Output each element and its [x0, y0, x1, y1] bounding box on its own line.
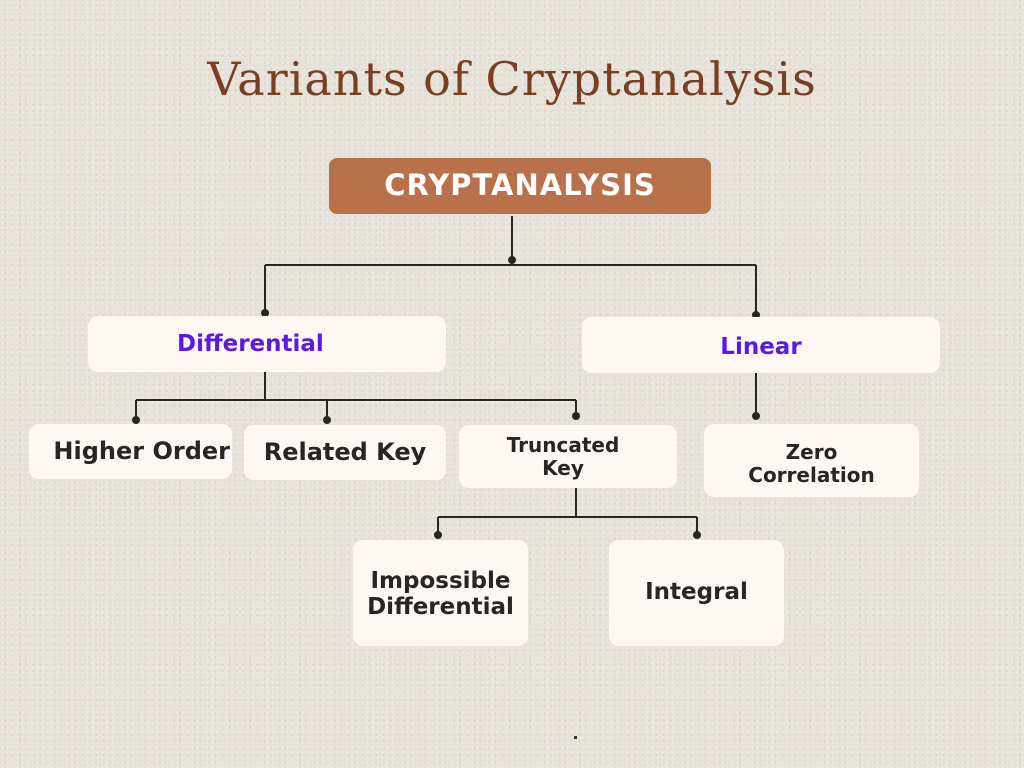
connector-dot — [752, 412, 760, 420]
node-label: Related Key — [263, 437, 427, 466]
node-label: Linear — [720, 333, 802, 360]
node-linear: Linear — [582, 317, 940, 373]
node-label: Zero Correlation — [748, 439, 875, 487]
node-label: Higher Order — [53, 436, 230, 465]
connector-dot — [508, 256, 516, 264]
node-label: CRYPTANALYSIS — [384, 168, 656, 203]
connector-differential — [135, 372, 577, 420]
node-differential: Differential — [88, 316, 446, 372]
connector-dot — [693, 531, 701, 539]
node-zero-correlation: Zero Correlation — [704, 424, 919, 497]
connector-lines — [132, 216, 760, 539]
connector-dot — [434, 531, 442, 539]
connector-dot — [323, 416, 331, 424]
node-label: Impossible Differential — [367, 567, 514, 620]
node-higher-order: Higher Order — [29, 424, 232, 479]
node-cryptanalysis: CRYPTANALYSIS — [329, 158, 711, 214]
node-integral: Integral — [609, 540, 784, 646]
node-related-key: Related Key — [244, 425, 446, 480]
node-truncated-key: Truncated Key — [459, 425, 677, 488]
connector-dot — [132, 416, 140, 424]
connector-dot — [572, 412, 580, 420]
connector-truncated — [437, 488, 698, 535]
connector-root — [264, 216, 757, 316]
node-label: Truncated Key — [506, 432, 620, 480]
node-impossible-differential: Impossible Differential — [353, 540, 528, 646]
node-label: Differential — [177, 330, 324, 357]
stray-dot — [574, 736, 577, 739]
node-label: Integral — [645, 578, 748, 605]
